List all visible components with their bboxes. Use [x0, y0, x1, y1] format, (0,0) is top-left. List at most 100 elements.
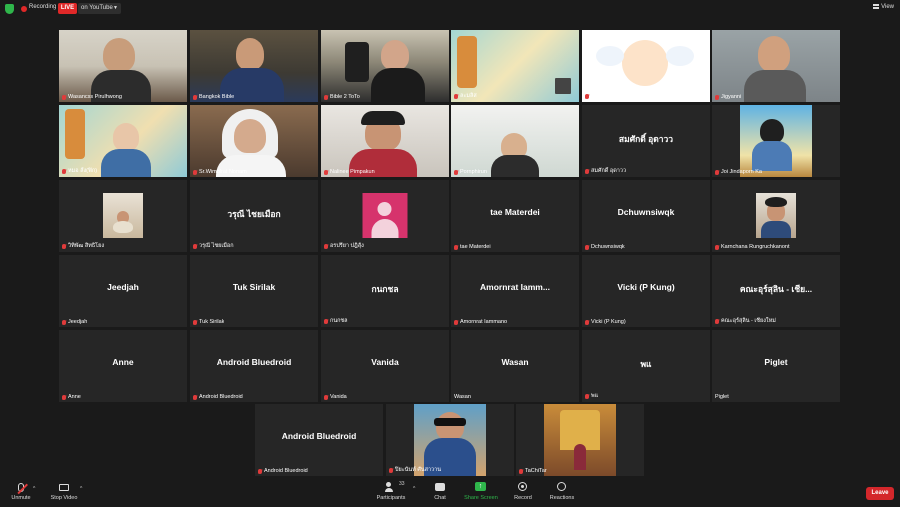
participant-name: Bible 2 ToTo — [330, 94, 360, 100]
participant-tile[interactable]: วิทิพัฒ สิทธิโยง — [59, 180, 187, 252]
participant-video — [544, 404, 616, 476]
participant-tile[interactable]: tae Materdei tae Materdei — [451, 180, 579, 252]
participant-name-label: อรปรียา ปฎิสุ้ง — [324, 242, 364, 250]
participant-display-name: คณะอุร์สุลิน - เชีย... — [739, 284, 813, 294]
participant-name-label: ปิยะนันท์ ศันสาวาน — [389, 466, 441, 474]
muted-mic-icon — [715, 318, 719, 324]
muted-mic-icon — [519, 468, 523, 474]
participant-display-name: Wasan — [501, 357, 529, 367]
participant-tile[interactable]: Pornphirun — [451, 105, 579, 177]
view-button[interactable]: View — [873, 4, 894, 10]
stop-video-button[interactable]: Stop Video — [50, 482, 78, 501]
participant-name-label: สมศักดิ์ อุดาวว — [585, 167, 626, 175]
muted-mic-icon — [62, 394, 66, 400]
participant-tile[interactable]: Bible 2 ToTo — [321, 30, 449, 102]
muted-mic-icon — [585, 319, 589, 325]
participant-tile[interactable]: Sr.Wimolrat Nonam — [190, 105, 318, 177]
audio-options-caret-icon[interactable]: ^ — [33, 486, 35, 492]
video-options-caret-icon[interactable]: ^ — [80, 486, 82, 492]
muted-mic-icon — [62, 319, 66, 325]
participant-display-name: Tuk Sirilak — [232, 282, 276, 292]
participant-video — [712, 30, 840, 102]
muted-mic-icon — [389, 467, 393, 473]
participant-tile[interactable]: พแ พแ — [582, 330, 710, 402]
muted-mic-icon — [324, 318, 328, 324]
participant-name-label: Wasan — [454, 394, 471, 400]
participant-tile[interactable]: Nalinee Pimpakun — [321, 105, 449, 177]
participant-tile-active-speaker[interactable]: Bangkok Bible — [190, 30, 318, 102]
muted-mic-icon — [62, 243, 66, 249]
participant-tile[interactable]: แม่นางสงค์ สมาชิก — [582, 30, 710, 102]
caret-down-icon: ▼ — [113, 5, 118, 11]
stream-destination-dropdown[interactable]: on YouTube ▼ — [78, 3, 121, 14]
participant-count: 33 — [399, 481, 405, 487]
security-shield-icon[interactable] — [5, 4, 14, 14]
participant-tile[interactable]: Anne Anne — [59, 330, 187, 402]
participant-video — [321, 30, 449, 102]
participant-tile[interactable]: Tuk Sirilak Tuk Sirilak — [190, 255, 318, 327]
muted-mic-icon — [585, 168, 589, 174]
participant-name-label: Wasancss Pirulhwong — [62, 94, 122, 100]
participant-tile[interactable]: Wasan Wasan — [451, 330, 579, 402]
participant-tile[interactable]: คณะอุร์สุลิน - เชีย... คณะอุร์สุลิน - เช… — [712, 255, 840, 327]
participant-tile[interactable]: วรุณี ไชยเมือก วรุณี ไชยเมือก — [190, 180, 318, 252]
participant-tile[interactable]: Dchuwnsiwqk Dchuwnsiwqk — [582, 180, 710, 252]
participant-tile[interactable]: สมศักดิ์ อุดาวว สมศักดิ์ อุดาวว — [582, 105, 710, 177]
participant-name-label: Bangkok Bible — [193, 94, 234, 100]
participants-options-caret-icon[interactable]: ^ — [413, 486, 415, 492]
share-screen-button[interactable]: ↑ Share Screen — [464, 482, 498, 501]
participant-name: Wasan — [454, 394, 471, 400]
participant-tile[interactable]: Vanida Vanida — [321, 330, 449, 402]
participant-name-label: Nalinee Pimpakun — [324, 169, 375, 175]
participant-name-label: tae Materdei — [454, 244, 491, 250]
participant-tile[interactable]: Karnchana Rungruchkanont — [712, 180, 840, 252]
participant-name-label: Tuk Sirilak — [193, 319, 224, 325]
participant-tile[interactable]: หมอ ลั้ง(ฟิก) — [59, 105, 187, 177]
participant-tile[interactable]: Amornrat Iamm... Amornrat Iammano — [451, 255, 579, 327]
participant-name: ปิยะนันท์ ศันสาวาน — [395, 467, 441, 473]
participant-tile[interactable]: Vicki (P Kung) Vicki (P Kung) — [582, 255, 710, 327]
participant-name: Android Bluedroid — [199, 394, 243, 400]
muted-mic-icon — [193, 243, 197, 249]
participant-name-label: ละมลิส — [454, 92, 477, 100]
participant-name-label: หมอ ลั้ง(ฟิก) — [62, 167, 97, 175]
participant-display-name: กนกชล — [371, 284, 399, 294]
grid-view-icon — [873, 4, 880, 9]
participant-tile[interactable]: Joi Jindaporn Ka — [712, 105, 840, 177]
chat-button[interactable]: Chat — [430, 482, 450, 501]
unmute-label: Unmute — [11, 495, 31, 501]
participant-tile[interactable]: Piglet Piglet — [712, 330, 840, 402]
participant-video — [59, 30, 187, 102]
participant-tile[interactable]: กนกชล กนกชล — [321, 255, 449, 327]
participant-tile[interactable]: Wasancss Pirulhwong — [59, 30, 187, 102]
reactions-button[interactable]: Reactions — [547, 482, 577, 501]
participant-display-name: Dchuwnsiwqk — [617, 207, 675, 217]
participant-display-name: Piglet — [764, 357, 788, 367]
record-label: Record — [514, 495, 532, 501]
participant-name: Jigyanni — [721, 94, 742, 100]
participant-tile[interactable]: Jeedjah Jeedjah — [59, 255, 187, 327]
leave-button[interactable]: Leave — [866, 487, 894, 500]
participant-tile[interactable]: ละมลิส — [451, 30, 579, 102]
live-badge[interactable]: LIVE — [58, 3, 77, 14]
unmute-button[interactable]: Unmute — [9, 482, 33, 501]
participant-name-label: Piglet — [715, 394, 729, 400]
muted-mic-icon — [193, 94, 197, 100]
participant-tile[interactable]: อรปรียา ปฎิสุ้ง — [321, 180, 449, 252]
participant-name-label: Jigyanni — [715, 94, 741, 100]
participant-tile[interactable]: TaChiTar — [516, 404, 644, 476]
muted-mic-icon — [258, 468, 262, 474]
participant-display-name: Android Bluedroid — [216, 357, 292, 367]
participant-name-label: คณะอุร์สุลิน - เชียงใหม่ — [715, 317, 776, 325]
participant-name-label: วิทิพัฒ สิทธิโยง — [62, 242, 104, 250]
participant-tile[interactable]: Android Bluedroid Android Bluedroid — [255, 404, 383, 476]
participant-name-label: Joi Jindaporn Ka — [715, 169, 762, 175]
participants-button[interactable]: 33 Participants — [376, 481, 406, 501]
participant-tile[interactable]: Android Bluedroid Android Bluedroid — [190, 330, 318, 402]
participant-video — [103, 193, 143, 238]
muted-mic-icon — [585, 93, 589, 99]
participant-tile[interactable]: ปิยะนันท์ ศันสาวาน — [386, 404, 514, 476]
participant-tile[interactable]: Jigyanni — [712, 30, 840, 102]
video-camera-icon — [58, 482, 70, 493]
record-button[interactable]: Record — [512, 482, 534, 501]
